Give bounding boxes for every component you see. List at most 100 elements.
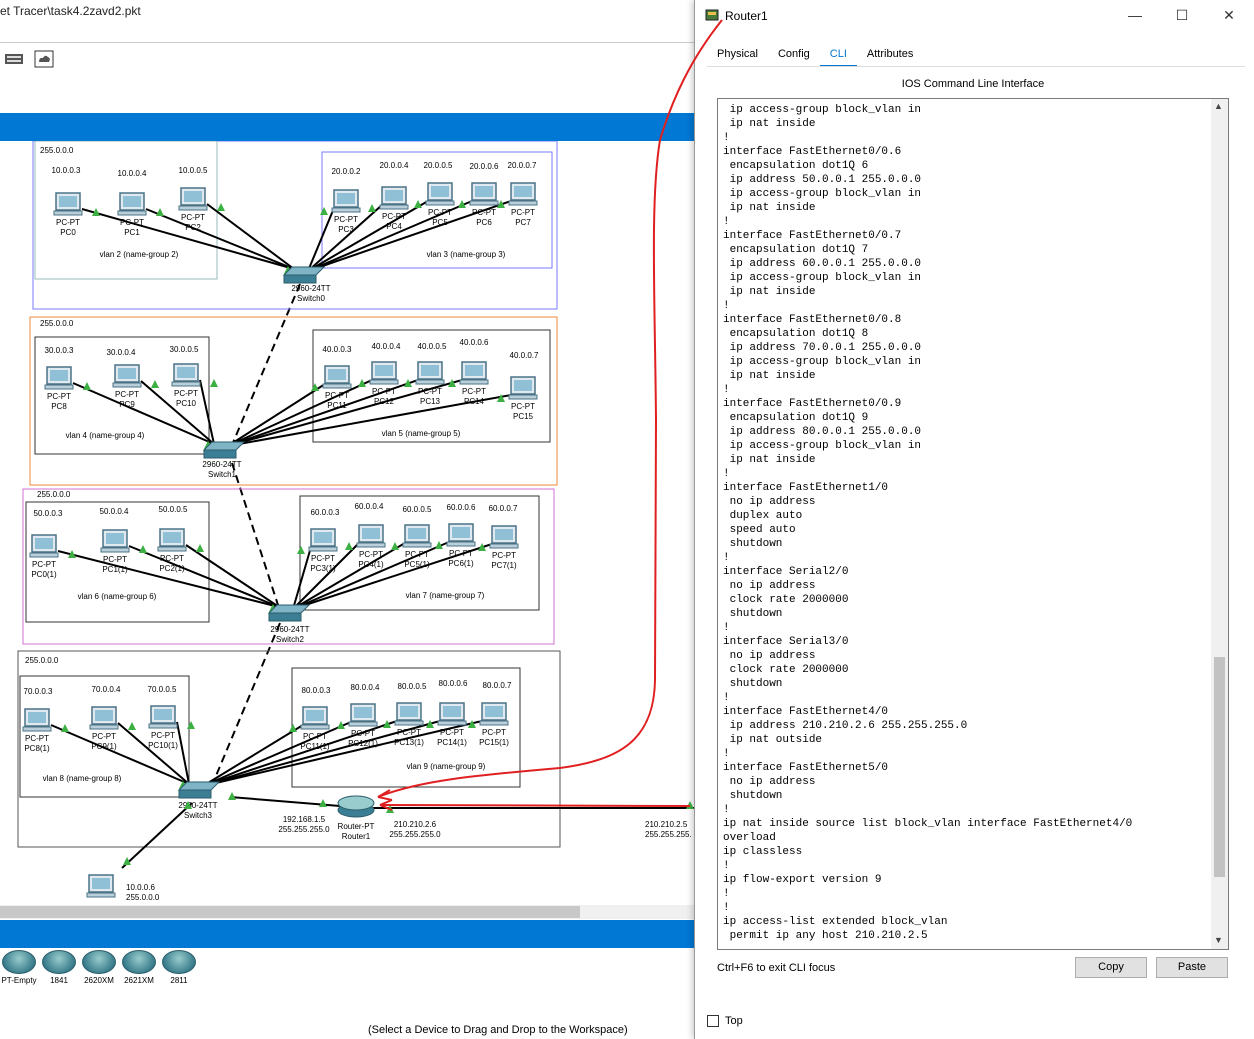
device-pt-empty[interactable]: PT-Empty: [0, 950, 38, 988]
group1-switch[interactable]: [282, 266, 326, 284]
router-icon: [82, 950, 116, 974]
pc-icon[interactable]: [157, 528, 187, 552]
paste-button[interactable]: Paste: [1156, 957, 1228, 978]
pc-name-label: PC-PT PC14(1): [437, 728, 467, 747]
pc-icon[interactable]: [369, 361, 399, 385]
copy-button[interactable]: Copy: [1075, 957, 1147, 978]
access-link[interactable]: [145, 208, 295, 270]
status-hint: (Select a Device to Drag and Drop to the…: [368, 1024, 628, 1036]
scrollbar-thumb[interactable]: [0, 906, 580, 918]
workspace-horizontal-scrollbar[interactable]: [0, 905, 695, 919]
top-checkbox[interactable]: Top: [707, 1015, 743, 1027]
pc-icon[interactable]: [171, 363, 201, 387]
pc-name-label: PC-PT PC10: [174, 389, 198, 408]
link-status-icon: [83, 382, 91, 390]
pc-icon[interactable]: [112, 364, 142, 388]
pc-name-label: PC-PT PC15: [511, 402, 535, 421]
link-status-icon: [139, 545, 147, 553]
pc-icon[interactable]: [300, 706, 330, 730]
pc-icon[interactable]: [356, 524, 386, 548]
device-2811[interactable]: 2811: [160, 950, 198, 988]
pc-icon[interactable]: [446, 523, 476, 547]
pc-icon[interactable]: [348, 703, 378, 727]
scroll-down-icon[interactable]: ▼: [1214, 935, 1223, 945]
pc-icon[interactable]: [508, 376, 538, 400]
link-status-icon: [128, 722, 136, 730]
access-link[interactable]: [202, 724, 304, 787]
pc-icon[interactable]: [89, 706, 119, 730]
window-title-bar[interactable]: Router1 — ☐ ✕: [695, 0, 1254, 32]
app-title: et Tracer\task4.2zavd2.pkt: [0, 4, 141, 18]
server-pc-icon[interactable]: [86, 874, 116, 898]
pc-icon[interactable]: [178, 187, 208, 211]
toolbar-device-icon[interactable]: [4, 50, 24, 68]
pc-icon[interactable]: [508, 182, 538, 206]
link-status-icon: [391, 542, 399, 550]
access-link[interactable]: [227, 379, 373, 447]
pc-name-label: PC-PT PC2: [181, 213, 205, 232]
pc-icon[interactable]: [100, 529, 130, 553]
group2-switch[interactable]: [202, 441, 246, 459]
vlan-label: vlan 5 (name-group 5): [382, 429, 461, 438]
pc-icon[interactable]: [379, 186, 409, 210]
pc-icon[interactable]: [53, 192, 83, 216]
pc-icon[interactable]: [29, 534, 59, 558]
pc-icon[interactable]: [469, 182, 499, 206]
pc-name-label: PC-PT PC6(1): [448, 549, 474, 568]
tab-config[interactable]: Config: [768, 44, 820, 64]
access-link[interactable]: [185, 544, 280, 608]
pc-icon[interactable]: [489, 525, 519, 549]
pc-name-label: PC-PT PC13: [418, 387, 442, 406]
minimize-button[interactable]: —: [1115, 4, 1155, 28]
pc-ip-label: 60.0.0.7: [489, 504, 518, 513]
pc-icon[interactable]: [425, 182, 455, 206]
pc-icon[interactable]: [479, 702, 509, 726]
cli-scrollbar[interactable]: ▲ ▼: [1211, 99, 1228, 949]
close-button[interactable]: ✕: [1209, 4, 1249, 28]
tab-attributes[interactable]: Attributes: [857, 44, 923, 64]
pc-icon[interactable]: [394, 702, 424, 726]
group3-switch[interactable]: [267, 604, 311, 622]
toolbar-divider: [0, 42, 700, 43]
trunk-link[interactable]: [231, 462, 279, 606]
remote-ip-label: 210.210.2.5 255.255.255.: [645, 820, 692, 839]
pc-icon[interactable]: [308, 528, 338, 552]
pc-icon[interactable]: [44, 366, 74, 390]
access-link[interactable]: [202, 721, 352, 787]
window-title: Router1: [725, 9, 768, 23]
cli-output[interactable]: ip access-group block_vlan in ip nat ins…: [723, 103, 1211, 943]
pc-icon[interactable]: [402, 524, 432, 548]
pc-icon[interactable]: [148, 705, 178, 729]
top-checkbox-box[interactable]: [707, 1015, 719, 1027]
pc-ip-label: 20.0.0.6: [470, 162, 499, 171]
access-link[interactable]: [206, 203, 295, 270]
router-icon[interactable]: [337, 795, 375, 818]
pc-icon[interactable]: [22, 708, 52, 732]
pc-name-label: PC-PT PC1(1): [102, 555, 128, 574]
cli-console[interactable]: ip access-group block_vlan in ip nat ins…: [717, 98, 1229, 950]
pc-ip-label: 20.0.0.2: [332, 167, 361, 176]
pc-icon[interactable]: [459, 361, 489, 385]
pc-icon[interactable]: [117, 192, 147, 216]
pc-name-label: PC-PT PC7: [511, 208, 535, 227]
toolbar-cloud-icon[interactable]: [34, 50, 54, 68]
pc-icon[interactable]: [331, 189, 361, 213]
pc-name-label: PC-PT PC5: [428, 208, 452, 227]
scroll-up-icon[interactable]: ▲: [1214, 101, 1223, 111]
logical-workspace[interactable]: 255.0.0.0 10.0.0.3 PC-PT PC0 10.0.0.4 PC-PT PC…: [0, 141, 695, 911]
device-2620xm[interactable]: 2620XM: [80, 950, 118, 988]
link-status-icon: [311, 383, 319, 391]
pc-icon[interactable]: [415, 361, 445, 385]
pc-icon[interactable]: [437, 702, 467, 726]
pc-icon[interactable]: [322, 365, 352, 389]
pc-ip-label: 80.0.0.5: [398, 682, 427, 691]
device-2621xm[interactable]: 2621XM: [120, 950, 158, 988]
maximize-button[interactable]: ☐: [1162, 4, 1202, 28]
group4-switch[interactable]: [177, 781, 221, 799]
access-link[interactable]: [121, 802, 193, 869]
tab-cli[interactable]: CLI: [819, 44, 858, 67]
pc-ip-label: 20.0.0.7: [508, 161, 537, 170]
tab-physical[interactable]: Physical: [707, 44, 768, 64]
device-1841[interactable]: 1841: [40, 950, 78, 988]
cli-scroll-thumb[interactable]: [1214, 657, 1225, 877]
